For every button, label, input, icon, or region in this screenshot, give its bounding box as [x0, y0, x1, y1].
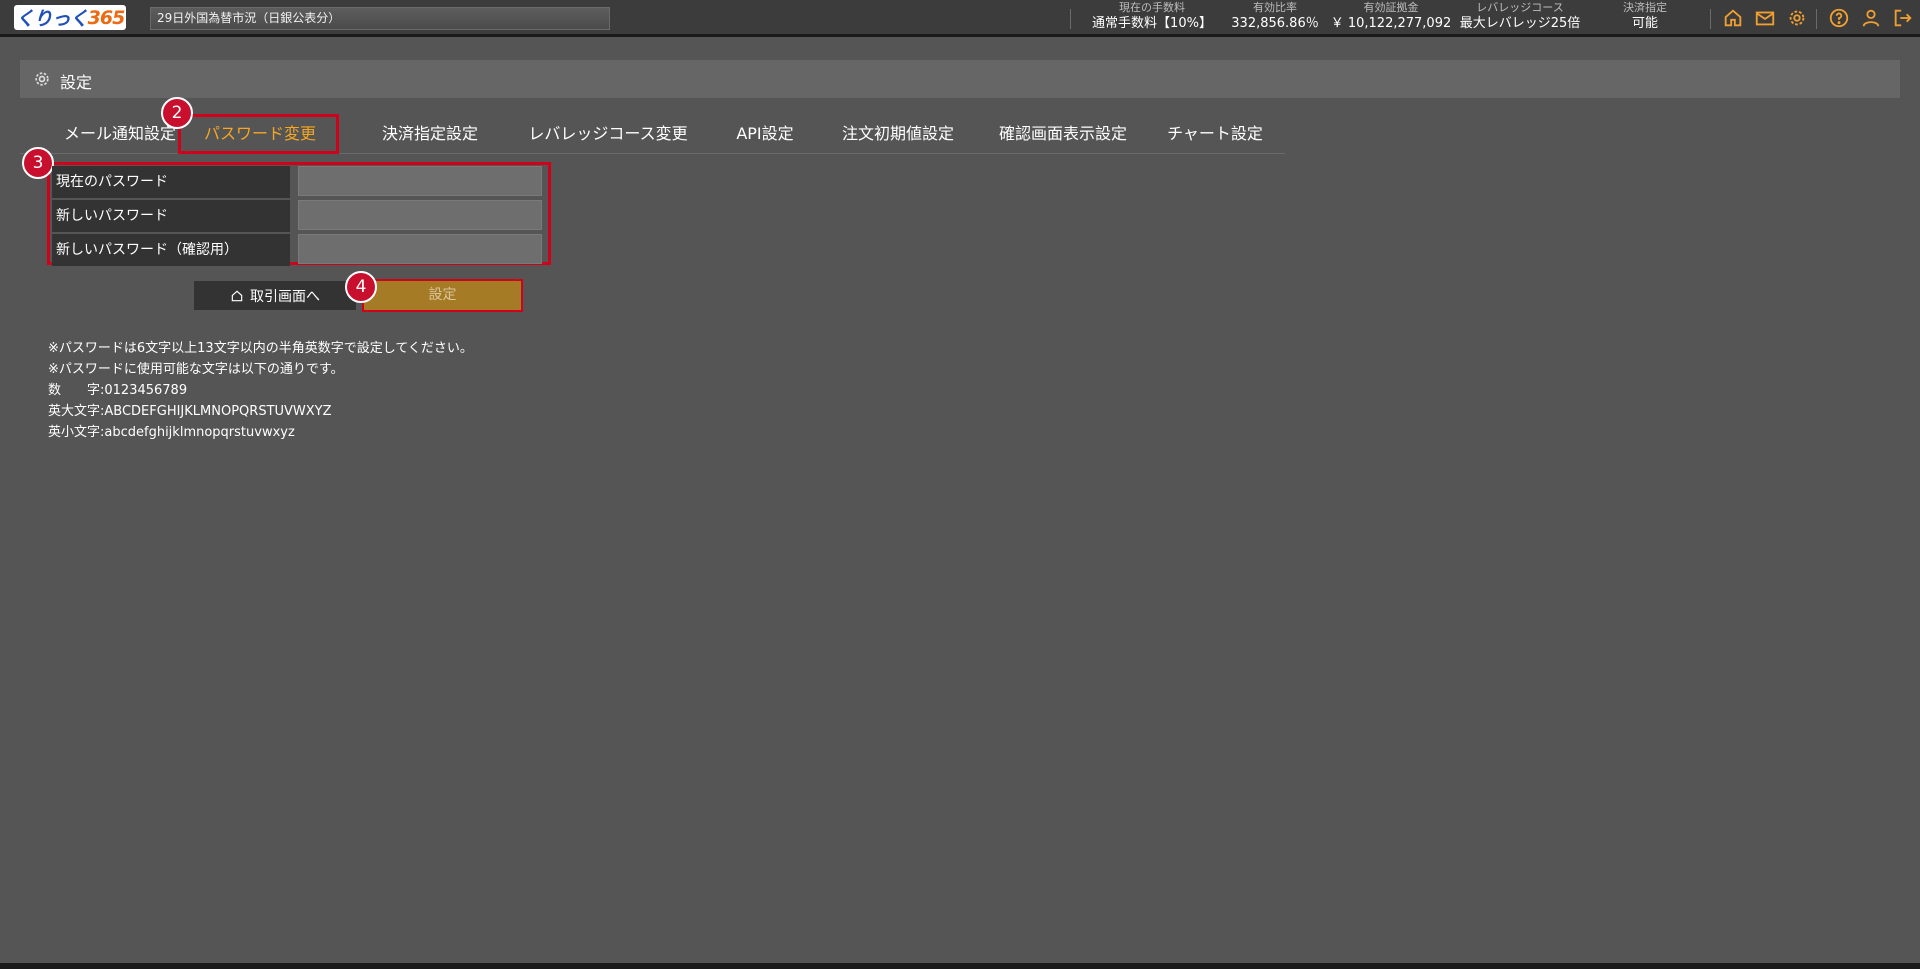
stat-settlement-value: 可能 [1631, 16, 1658, 31]
mail-icon[interactable] [1754, 7, 1776, 29]
stat-settlement-label: 決済指定 [1623, 1, 1667, 14]
form-row-current: 現在のパスワード [52, 166, 542, 200]
stat-margin: 有効証拠金 ￥ 10,122,277,092 [1330, 0, 1452, 33]
logo-number: 365 [87, 6, 126, 29]
stat-leverage: レバレッジコース 最大レバレッジ25倍 [1455, 0, 1585, 33]
uppercase-value: ABCDEFGHIJKLMNOPQRSTUVWXYZ [104, 404, 332, 419]
stat-fee: 現在の手数料 通常手数料【10%】 [1082, 0, 1222, 33]
step-badge-3: 3 [22, 147, 54, 179]
form-row-new: 新しいパスワード [52, 200, 542, 234]
stat-margin-label: 有効証拠金 [1363, 1, 1419, 14]
stat-settlement: 決済指定 可能 [1610, 0, 1680, 33]
confirm-password-input[interactable] [298, 234, 542, 264]
digits-value: 0123456789 [104, 383, 188, 398]
page-title: 設定 [60, 73, 93, 92]
logo-text: くりっく [15, 8, 89, 30]
settings-header: 設定 [20, 60, 1900, 98]
step-badge-4: 4 [345, 271, 377, 303]
tab-settlement-settings[interactable]: 決済指定設定 [350, 114, 510, 154]
help-icon[interactable] [1828, 7, 1850, 29]
step-badge-2: 2 [161, 97, 193, 129]
stat-margin-value: ￥ 10,122,277,092 [1330, 16, 1452, 31]
stat-fee-value: 通常手数料【10%】 [1092, 16, 1212, 31]
tab-chart-settings[interactable]: チャート設定 [1150, 114, 1280, 154]
digits-label: 数 字: [48, 383, 105, 398]
submit-button[interactable]: 設定 [364, 281, 521, 310]
tab-confirmation-display[interactable]: 確認画面表示設定 [980, 114, 1146, 154]
rule-digits: 数 字:0123456789 [48, 380, 473, 401]
tab-order-defaults[interactable]: 注文初期値設定 [815, 114, 981, 154]
home-icon [231, 290, 243, 301]
lowercase-value: abcdefghijklmnopqrstuvwxyz [104, 425, 295, 440]
market-ticker[interactable]: 29日外国為替市況（日銀公表分） [150, 7, 610, 30]
logout-icon[interactable] [1892, 7, 1914, 29]
tab-api-settings[interactable]: API設定 [710, 114, 820, 154]
tab-leverage-course[interactable]: レバレッジコース変更 [500, 114, 716, 154]
app-logo[interactable]: くりっく 365 [14, 5, 126, 30]
back-to-trading-button[interactable]: 取引画面へ [194, 281, 356, 310]
uppercase-label: 英大文字: [48, 404, 105, 419]
rule-length: ※パスワードは6文字以上13文字以内の半角英数字で設定してください。 [48, 341, 473, 356]
bottom-strip [0, 963, 1920, 969]
new-password-input[interactable] [298, 200, 542, 230]
rule-uppercase: 英大文字:ABCDEFGHIJKLMNOPQRSTUVWXYZ [48, 401, 473, 422]
lowercase-label: 英小文字: [48, 425, 105, 440]
password-rules: ※パスワードは6文字以上13文字以内の半角英数字で設定してください。 ※パスワー… [48, 338, 473, 443]
divider [1816, 9, 1817, 29]
back-button-label: 取引画面へ [250, 288, 320, 305]
highlight-tab [178, 114, 339, 154]
divider [1710, 9, 1711, 29]
stat-fee-label: 現在の手数料 [1119, 1, 1185, 14]
divider [1070, 9, 1071, 29]
stat-leverage-label: レバレッジコース [1476, 1, 1564, 14]
gear-icon [32, 69, 52, 89]
home-icon[interactable] [1722, 7, 1744, 29]
stat-ratio-value: 332,856.86％ [1231, 16, 1319, 31]
stat-ratio-label: 有効比率 [1253, 1, 1297, 14]
current-password-label: 現在のパスワード [52, 166, 290, 198]
user-icon[interactable] [1860, 7, 1882, 29]
settings-icon[interactable] [1786, 7, 1808, 29]
rule-allowed-chars: ※パスワードに使用可能な文字は以下の通りです。 [48, 362, 344, 377]
stat-leverage-value: 最大レバレッジ25倍 [1459, 16, 1581, 31]
new-password-label: 新しいパスワード [52, 200, 290, 232]
top-bar: くりっく 365 29日外国為替市況（日銀公表分） 現在の手数料 通常手数料【10… [0, 0, 1920, 37]
stat-ratio: 有効比率 332,856.86％ [1230, 0, 1320, 33]
confirm-password-label: 新しいパスワード（確認用） [52, 234, 290, 266]
rule-lowercase: 英小文字:abcdefghijklmnopqrstuvwxyz [48, 422, 473, 443]
form-row-confirm: 新しいパスワード（確認用） [52, 234, 542, 268]
current-password-input[interactable] [298, 166, 542, 196]
